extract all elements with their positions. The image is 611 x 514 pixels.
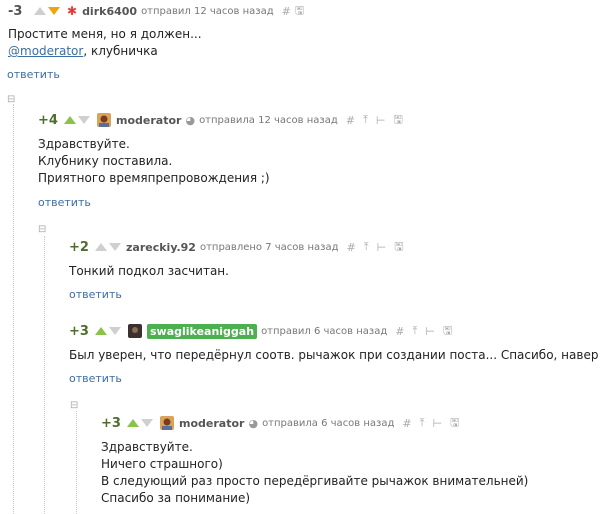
reply-link[interactable]: ответить	[69, 372, 122, 385]
comment-time: отправлено 7 часов назад	[199, 241, 339, 253]
comment-time: отправил 6 часов назад	[261, 325, 388, 337]
author-name[interactable]: zareckiy.92	[126, 241, 196, 254]
parent-comment-icon[interactable]: ⤒	[420, 416, 425, 430]
comment-body: Простите меня, но я должен... @moderator…	[8, 26, 202, 60]
comment-header: +4 moderator ◕ отправила 12 часов назад …	[38, 111, 403, 129]
comment-line: Спасибо за понимание)	[101, 491, 251, 505]
upvote-icon[interactable]	[34, 7, 46, 15]
downvote-icon[interactable]	[109, 327, 121, 335]
author-name[interactable]: dirk6400	[82, 5, 137, 18]
comment-line: Приятного времяпрепровождения ;)	[38, 171, 270, 185]
rating: +3	[69, 323, 89, 339]
rating: +3	[101, 415, 121, 431]
save-icon[interactable]: 🖫	[394, 238, 403, 257]
author-name[interactable]: swaglikeaniggah	[147, 323, 258, 339]
branch-icon[interactable]: ⊢	[425, 325, 435, 338]
comment-body: Здравствуйте. Ничего страшного) В следую…	[101, 439, 528, 507]
downvote-icon[interactable]	[141, 419, 153, 427]
comment-time: отправил 12 часов назад	[141, 5, 274, 17]
comment-header: +2 zareckiy.92 отправлено 7 часов назад …	[69, 238, 404, 256]
collapse-icon[interactable]: ⊟	[70, 400, 78, 411]
comment-line: Клубнику поставила.	[38, 154, 173, 168]
reply-link[interactable]: ответить	[7, 68, 60, 81]
comment-line: Был уверен, что передёрнул соотв. рычажо…	[69, 348, 599, 362]
avatar[interactable]	[160, 416, 174, 430]
author-name[interactable]: moderator	[116, 114, 181, 127]
comment-header: +3 moderator ◕ отправила 6 часов назад #…	[101, 414, 459, 432]
upvote-icon[interactable]	[95, 243, 107, 251]
save-icon[interactable]: 🖫	[443, 322, 452, 341]
comment-line: Ничего страшного)	[101, 457, 223, 471]
flower-icon: ✱	[67, 4, 78, 18]
thread-line	[76, 411, 77, 514]
user-mention-link[interactable]: @moderator	[8, 44, 83, 58]
comment-time: отправила 6 часов назад	[262, 417, 395, 429]
branch-icon[interactable]: ⊢	[433, 417, 443, 430]
reply-link[interactable]: ответить	[38, 196, 91, 209]
hash-icon[interactable]: #	[282, 5, 291, 18]
comment-body: Был уверен, что передёрнул соотв. рычажо…	[69, 347, 599, 364]
save-icon[interactable]: 🖫	[393, 111, 402, 130]
comment-line: , клубничка	[83, 44, 158, 58]
avatar[interactable]	[128, 324, 142, 338]
thread-line	[13, 104, 14, 514]
comment-time: отправила 12 часов назад	[199, 114, 338, 126]
rating: +2	[69, 239, 89, 255]
comment-body: Здравствуйте. Клубнику поставила. Приятн…	[38, 136, 270, 187]
upvote-icon[interactable]	[64, 116, 76, 124]
parent-comment-icon[interactable]: ⤒	[413, 324, 418, 338]
collapse-icon[interactable]: ⊟	[38, 224, 46, 235]
comment-header: +3 swaglikeaniggah отправил 6 часов наза…	[69, 322, 452, 340]
comment-line: Простите меня, но я должен...	[8, 27, 202, 41]
comment-body: Тонкий подкол засчитан.	[69, 263, 229, 280]
parent-comment-icon[interactable]: ⤒	[364, 240, 369, 254]
comment-header: -3 ✱ dirk6400 отправил 12 часов назад # …	[8, 2, 304, 20]
gender-icon: ◕	[185, 113, 196, 127]
reply-link[interactable]: ответить	[69, 288, 122, 301]
avatar[interactable]	[97, 113, 111, 127]
hash-icon[interactable]: #	[347, 241, 356, 254]
upvote-icon[interactable]	[127, 419, 139, 427]
hash-icon[interactable]: #	[395, 325, 404, 338]
upvote-icon[interactable]	[95, 327, 107, 335]
author-name[interactable]: moderator	[179, 417, 244, 430]
branch-icon[interactable]: ⊢	[376, 114, 386, 127]
downvote-icon[interactable]	[78, 116, 90, 124]
save-icon[interactable]: 🖫	[450, 414, 459, 433]
hash-icon[interactable]: #	[346, 114, 355, 127]
downvote-icon[interactable]	[48, 7, 60, 15]
gender-icon: ◕	[248, 416, 259, 430]
thread-line	[44, 236, 45, 514]
collapse-icon[interactable]: ⊟	[7, 94, 15, 105]
downvote-icon[interactable]	[109, 243, 121, 251]
save-icon[interactable]: 🖫	[295, 2, 304, 21]
branch-icon[interactable]: ⊢	[377, 241, 387, 254]
rating: -3	[8, 3, 23, 19]
rating: +4	[38, 112, 58, 128]
comment-line: Здравствуйте.	[38, 137, 130, 151]
comment-line: Тонкий подкол засчитан.	[69, 264, 229, 278]
comment-line: В следующий раз просто передёргивайте ры…	[101, 474, 529, 488]
hash-icon[interactable]: #	[402, 417, 411, 430]
comment-line: Здравствуйте.	[101, 440, 193, 454]
parent-comment-icon[interactable]: ⤒	[363, 113, 368, 127]
